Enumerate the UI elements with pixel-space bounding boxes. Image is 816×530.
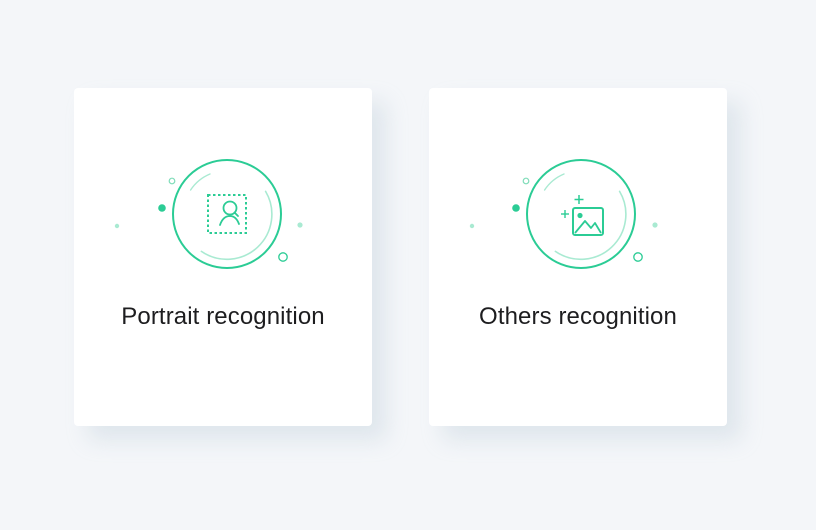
portrait-recognition-card[interactable]: Portrait recognition: [74, 88, 372, 426]
card-title-others: Others recognition: [479, 303, 677, 330]
decor-dot: [469, 223, 475, 229]
portrait-recognition-illustration: [114, 159, 303, 269]
portrait-search-icon: [207, 194, 247, 234]
decor-ring: [633, 252, 643, 262]
others-recognition-card[interactable]: Others recognition: [429, 88, 727, 426]
inner-arc: [189, 173, 211, 191]
card-title-portrait: Portrait recognition: [121, 303, 325, 330]
others-recognition-illustration: [469, 159, 658, 269]
inner-arc: [200, 190, 273, 261]
decor-dot: [652, 222, 658, 228]
decor-dot: [114, 223, 120, 229]
add-image-icon: [561, 195, 604, 236]
decor-dot: [297, 222, 303, 228]
decor-ring: [168, 177, 176, 185]
decor-ring: [522, 177, 530, 185]
decor-dot: [512, 204, 520, 212]
inner-arc: [543, 173, 565, 191]
decor-dot: [158, 204, 166, 212]
decor-ring: [278, 252, 288, 262]
inner-arc: [554, 190, 627, 261]
